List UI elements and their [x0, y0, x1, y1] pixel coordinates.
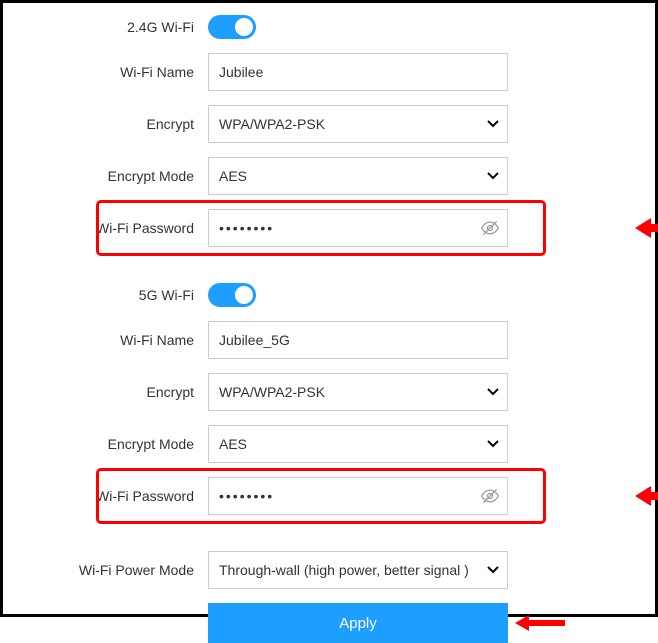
apply-button[interactable]: Apply	[208, 603, 508, 643]
arrow-annotation-icon	[635, 216, 658, 240]
wifi-5g-name-input[interactable]	[208, 321, 508, 359]
wifi-5g-toggle[interactable]	[208, 283, 256, 307]
wifi-24-mode-select[interactable]: AES	[208, 157, 508, 195]
wifi-24-pw-label: Wi-Fi Password	[13, 220, 208, 236]
wifi-5g-mode-label: Encrypt Mode	[13, 436, 208, 452]
wifi-5g-name-label: Wi-Fi Name	[13, 332, 208, 348]
wifi-24-encrypt-label: Encrypt	[13, 116, 208, 132]
arrow-annotation-icon	[635, 484, 658, 508]
wifi-5g-encrypt-label: Encrypt	[13, 384, 208, 400]
wifi-24-label: 2.4G Wi-Fi	[13, 19, 208, 35]
wifi-5g-label: 5G Wi-Fi	[13, 287, 208, 303]
wifi-24-toggle[interactable]	[208, 15, 256, 39]
wifi-24-name-label: Wi-Fi Name	[13, 64, 208, 80]
wifi-24-pw-input[interactable]	[208, 209, 508, 247]
wifi-24-mode-label: Encrypt Mode	[13, 168, 208, 184]
wifi-5g-pw-input[interactable]	[208, 477, 508, 515]
wifi-24-encrypt-select[interactable]: WPA/WPA2-PSK	[208, 105, 508, 143]
wifi-5g-encrypt-select[interactable]: WPA/WPA2-PSK	[208, 373, 508, 411]
wifi-5g-pw-label: Wi-Fi Password	[13, 488, 208, 504]
wifi-24-name-input[interactable]	[208, 53, 508, 91]
power-mode-select[interactable]: Through-wall (high power, better signal …	[208, 551, 508, 589]
wifi-5g-mode-select[interactable]: AES	[208, 425, 508, 463]
arrow-annotation-icon	[515, 613, 565, 633]
power-mode-label: Wi-Fi Power Mode	[13, 562, 208, 578]
eye-hidden-icon[interactable]	[480, 486, 500, 506]
eye-hidden-icon[interactable]	[480, 218, 500, 238]
